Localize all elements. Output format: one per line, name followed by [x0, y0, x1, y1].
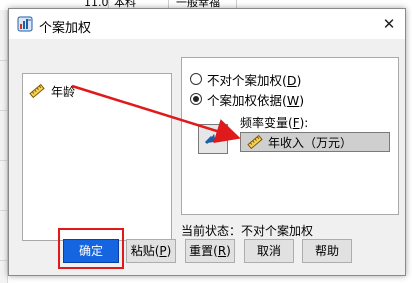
move-variable-button[interactable]: [198, 124, 228, 154]
close-button[interactable]: ✕: [373, 9, 405, 39]
radio-label: 个案加权依据(W): [207, 92, 305, 108]
frequency-variable-value: 年收入（万元）: [268, 135, 353, 150]
frequency-variable-field[interactable]: 年收入（万元）: [240, 132, 390, 152]
radio-label: 不对个案加权(D): [207, 72, 302, 88]
frequency-variable-label: 频率变量(F):: [240, 116, 309, 130]
radio-button[interactable]: [190, 73, 202, 85]
app-icon: [17, 16, 33, 32]
cancel-button[interactable]: 取消: [244, 239, 294, 263]
title-bar: 个案加权 ✕: [9, 9, 405, 39]
ruler-icon: [247, 134, 263, 150]
radio-no-weight[interactable]: 不对个案加权(D): [190, 70, 301, 88]
current-status: 当前状态：不对个案加权: [181, 224, 314, 238]
variable-label: 年龄: [51, 84, 76, 99]
arrow-right-icon: [204, 133, 222, 145]
reset-button[interactable]: 重置(R): [185, 239, 235, 263]
dialog-title: 个案加权: [39, 21, 92, 36]
paste-button[interactable]: 粘贴(P): [126, 239, 176, 263]
row-header-column: [0, 10, 8, 283]
help-button[interactable]: 帮助: [302, 239, 352, 263]
variable-list[interactable]: 年龄: [22, 73, 172, 241]
highlight-box: [58, 228, 124, 269]
cell-value: 一般幸福: [176, 0, 220, 9]
close-icon: ✕: [382, 15, 396, 33]
cell-value: 11.0: [84, 0, 109, 9]
weighting-options-group: 不对个案加权(D) 个案加权依据(W) 频率变量(F): 年收入（万元）: [181, 57, 399, 215]
radio-button-checked[interactable]: [190, 93, 202, 105]
variable-item-age[interactable]: 年龄: [29, 82, 75, 100]
radio-weight-by[interactable]: 个案加权依据(W): [190, 90, 304, 108]
cell-value: 本科: [114, 0, 136, 9]
ruler-icon: [29, 83, 45, 99]
